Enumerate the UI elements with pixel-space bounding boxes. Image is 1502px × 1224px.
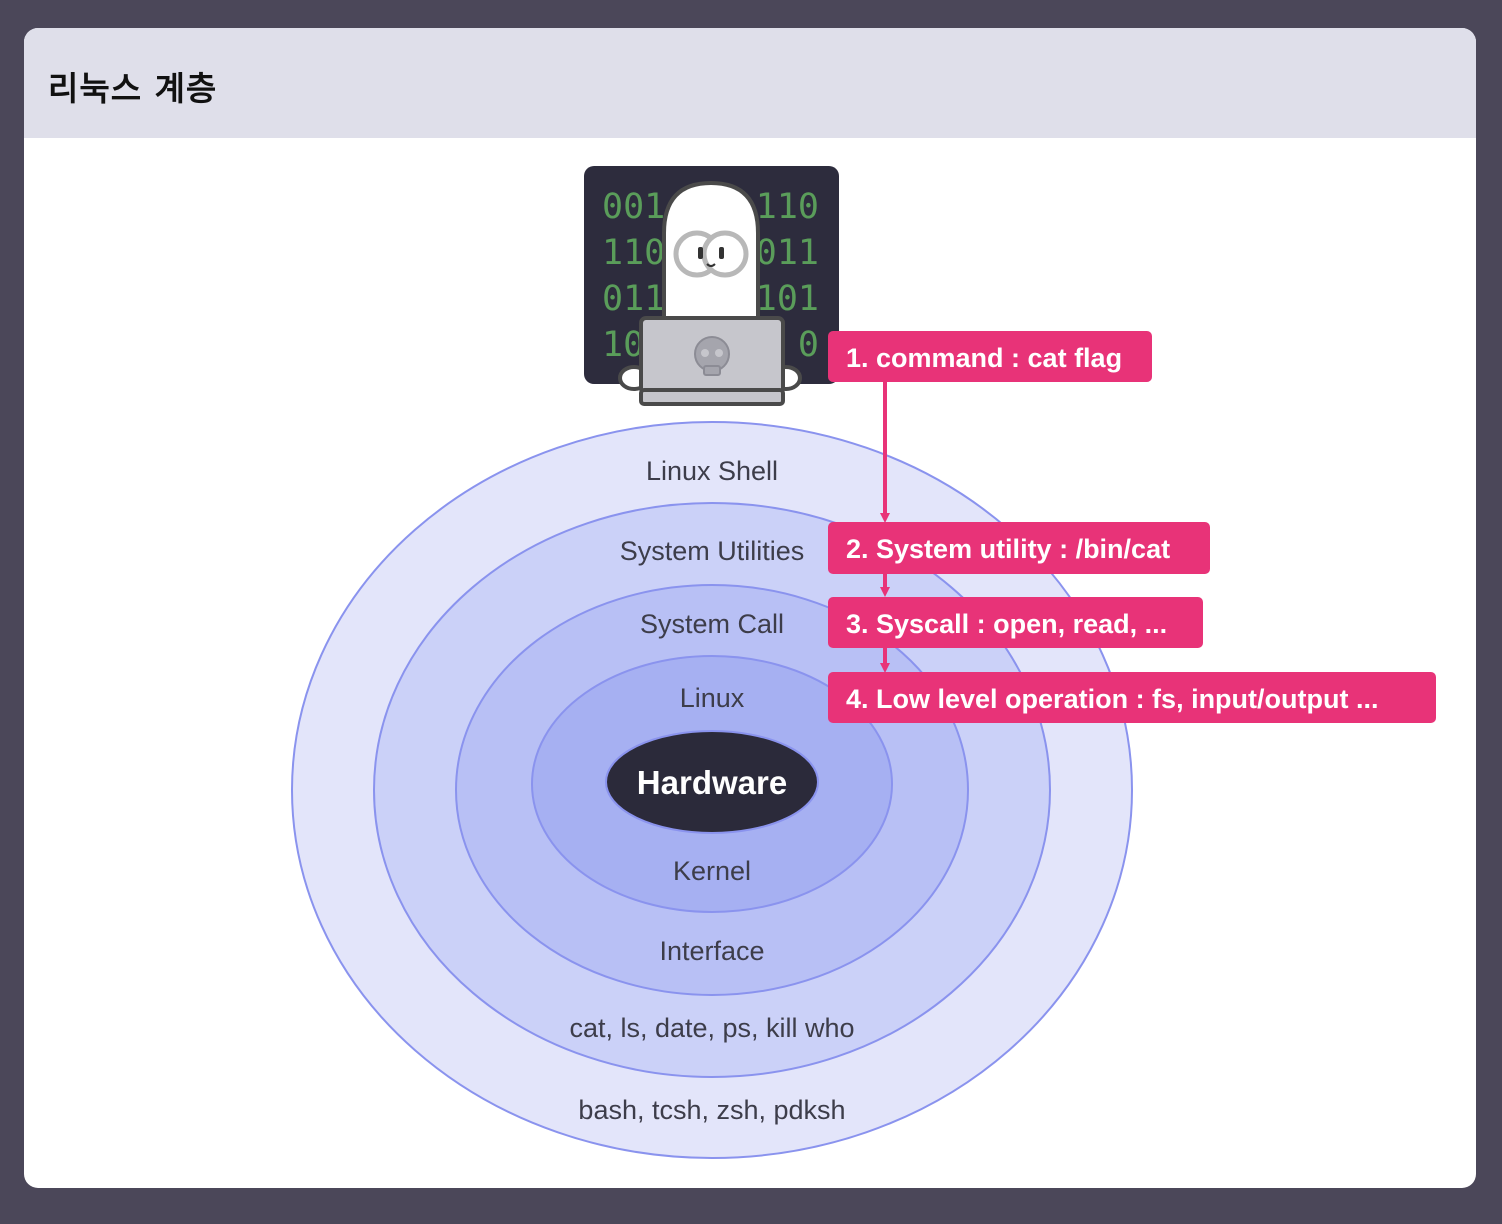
mascot-eye-left [698,247,703,259]
step-3-label: 3. Syscall : open, read, ... [846,609,1167,639]
step-3-callout: 3. Syscall : open, read, ... [828,597,1203,648]
utilities-layer-label: System Utilities [620,536,805,566]
binary-right-3: 101 [756,279,819,319]
step-2-callout: 2. System utility : /bin/cat [828,522,1210,574]
syscall-layer-sublabel: Interface [659,936,764,966]
kernel-layer-label: Linux [680,683,745,713]
binary-left-2: 110 [602,233,665,273]
hacker-illustration: 001 110 110 011 011 101 10 0 [584,166,839,406]
step-4-callout: 4. Low level operation : fs, input/outpu… [828,672,1436,723]
mascot-eye-right [719,247,724,259]
binary-right-4: 0 [798,325,819,365]
shell-examples-label: bash, tcsh, zsh, pdksh [578,1095,845,1125]
linux-layer-diagram: Linux Shell System Utilities System Call… [291,166,1436,1159]
step-2-label: 2. System utility : /bin/cat [846,534,1170,564]
step-1-label: 1. command : cat flag [846,343,1122,373]
binary-left-3: 011 [602,279,665,319]
binary-left-1: 001 [602,187,665,227]
kernel-layer-sublabel: Kernel [673,856,751,886]
utilities-examples-label: cat, ls, date, ps, kill who [569,1013,854,1043]
syscall-layer-label: System Call [640,609,784,639]
shell-layer-label: Linux Shell [646,456,778,486]
hardware-label: Hardware [637,764,787,801]
binary-right-2: 011 [756,233,819,273]
laptop-base [639,388,785,406]
glasses-right-lens [701,230,749,278]
binary-left-4: 10 [602,325,644,365]
step-1-callout: 1. command : cat flag [828,331,1152,382]
diagram-card: 리눅스 계층 Linux Shell System Utilities Syst… [24,28,1476,1188]
step-4-label: 4. Low level operation : fs, input/outpu… [846,684,1379,714]
binary-right-1: 110 [756,187,819,227]
